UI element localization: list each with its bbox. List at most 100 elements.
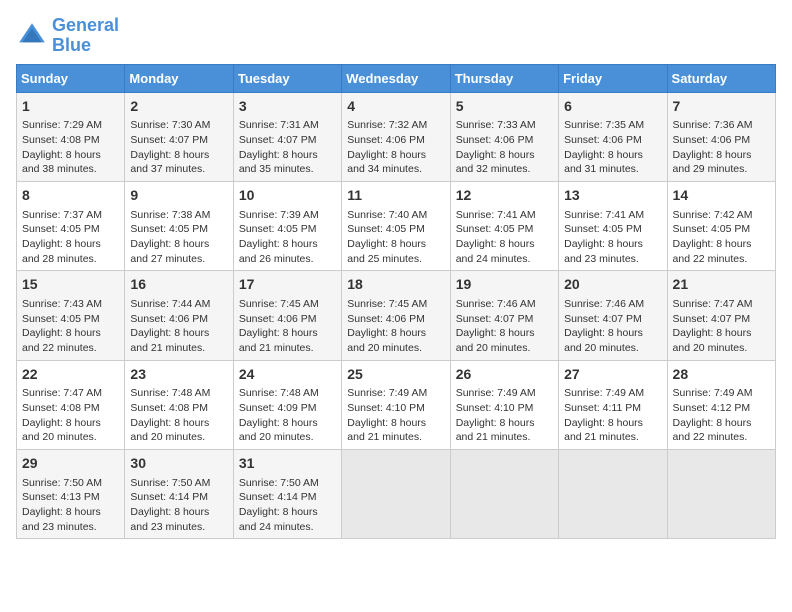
day-number: 26 [456, 365, 553, 385]
day-number: 17 [239, 275, 336, 295]
week-row-3: 15Sunrise: 7:43 AM Sunset: 4:05 PM Dayli… [17, 271, 776, 360]
logo: General Blue [16, 16, 119, 56]
day-cell: 11Sunrise: 7:40 AM Sunset: 4:05 PM Dayli… [342, 181, 450, 270]
day-number: 8 [22, 186, 119, 206]
day-info: Sunrise: 7:30 AM Sunset: 4:07 PM Dayligh… [130, 118, 227, 177]
day-info: Sunrise: 7:32 AM Sunset: 4:06 PM Dayligh… [347, 118, 444, 177]
day-cell: 31Sunrise: 7:50 AM Sunset: 4:14 PM Dayli… [233, 449, 341, 538]
day-number: 19 [456, 275, 553, 295]
day-info: Sunrise: 7:49 AM Sunset: 4:11 PM Dayligh… [564, 386, 661, 445]
day-cell: 19Sunrise: 7:46 AM Sunset: 4:07 PM Dayli… [450, 271, 558, 360]
day-number: 13 [564, 186, 661, 206]
day-number: 18 [347, 275, 444, 295]
day-info: Sunrise: 7:49 AM Sunset: 4:12 PM Dayligh… [673, 386, 770, 445]
day-cell: 21Sunrise: 7:47 AM Sunset: 4:07 PM Dayli… [667, 271, 775, 360]
day-header-saturday: Saturday [667, 64, 775, 92]
day-info: Sunrise: 7:50 AM Sunset: 4:13 PM Dayligh… [22, 476, 119, 535]
day-cell: 25Sunrise: 7:49 AM Sunset: 4:10 PM Dayli… [342, 360, 450, 449]
day-info: Sunrise: 7:39 AM Sunset: 4:05 PM Dayligh… [239, 208, 336, 267]
day-number: 27 [564, 365, 661, 385]
day-header-sunday: Sunday [17, 64, 125, 92]
day-info: Sunrise: 7:38 AM Sunset: 4:05 PM Dayligh… [130, 208, 227, 267]
day-info: Sunrise: 7:36 AM Sunset: 4:06 PM Dayligh… [673, 118, 770, 177]
day-cell: 28Sunrise: 7:49 AM Sunset: 4:12 PM Dayli… [667, 360, 775, 449]
day-info: Sunrise: 7:41 AM Sunset: 4:05 PM Dayligh… [456, 208, 553, 267]
day-cell: 1Sunrise: 7:29 AM Sunset: 4:08 PM Daylig… [17, 92, 125, 181]
day-info: Sunrise: 7:47 AM Sunset: 4:08 PM Dayligh… [22, 386, 119, 445]
day-cell: 4Sunrise: 7:32 AM Sunset: 4:06 PM Daylig… [342, 92, 450, 181]
day-cell: 2Sunrise: 7:30 AM Sunset: 4:07 PM Daylig… [125, 92, 233, 181]
day-info: Sunrise: 7:49 AM Sunset: 4:10 PM Dayligh… [456, 386, 553, 445]
day-number: 2 [130, 97, 227, 117]
day-cell: 7Sunrise: 7:36 AM Sunset: 4:06 PM Daylig… [667, 92, 775, 181]
logo-icon [16, 20, 48, 52]
day-info: Sunrise: 7:43 AM Sunset: 4:05 PM Dayligh… [22, 297, 119, 356]
day-header-friday: Friday [559, 64, 667, 92]
day-cell: 24Sunrise: 7:48 AM Sunset: 4:09 PM Dayli… [233, 360, 341, 449]
day-number: 20 [564, 275, 661, 295]
day-number: 21 [673, 275, 770, 295]
day-cell: 23Sunrise: 7:48 AM Sunset: 4:08 PM Dayli… [125, 360, 233, 449]
day-cell [667, 449, 775, 538]
day-number: 15 [22, 275, 119, 295]
day-number: 9 [130, 186, 227, 206]
day-number: 28 [673, 365, 770, 385]
day-info: Sunrise: 7:48 AM Sunset: 4:09 PM Dayligh… [239, 386, 336, 445]
header-row: SundayMondayTuesdayWednesdayThursdayFrid… [17, 64, 776, 92]
day-cell: 13Sunrise: 7:41 AM Sunset: 4:05 PM Dayli… [559, 181, 667, 270]
week-row-2: 8Sunrise: 7:37 AM Sunset: 4:05 PM Daylig… [17, 181, 776, 270]
day-cell: 8Sunrise: 7:37 AM Sunset: 4:05 PM Daylig… [17, 181, 125, 270]
day-number: 14 [673, 186, 770, 206]
day-info: Sunrise: 7:37 AM Sunset: 4:05 PM Dayligh… [22, 208, 119, 267]
week-row-4: 22Sunrise: 7:47 AM Sunset: 4:08 PM Dayli… [17, 360, 776, 449]
day-number: 4 [347, 97, 444, 117]
day-number: 5 [456, 97, 553, 117]
day-info: Sunrise: 7:33 AM Sunset: 4:06 PM Dayligh… [456, 118, 553, 177]
day-number: 6 [564, 97, 661, 117]
day-header-tuesday: Tuesday [233, 64, 341, 92]
day-cell: 16Sunrise: 7:44 AM Sunset: 4:06 PM Dayli… [125, 271, 233, 360]
day-info: Sunrise: 7:41 AM Sunset: 4:05 PM Dayligh… [564, 208, 661, 267]
day-info: Sunrise: 7:44 AM Sunset: 4:06 PM Dayligh… [130, 297, 227, 356]
day-info: Sunrise: 7:45 AM Sunset: 4:06 PM Dayligh… [347, 297, 444, 356]
day-cell: 10Sunrise: 7:39 AM Sunset: 4:05 PM Dayli… [233, 181, 341, 270]
day-info: Sunrise: 7:47 AM Sunset: 4:07 PM Dayligh… [673, 297, 770, 356]
week-row-5: 29Sunrise: 7:50 AM Sunset: 4:13 PM Dayli… [17, 449, 776, 538]
day-info: Sunrise: 7:35 AM Sunset: 4:06 PM Dayligh… [564, 118, 661, 177]
day-cell: 20Sunrise: 7:46 AM Sunset: 4:07 PM Dayli… [559, 271, 667, 360]
page-header: General Blue [16, 16, 776, 56]
day-info: Sunrise: 7:31 AM Sunset: 4:07 PM Dayligh… [239, 118, 336, 177]
day-cell: 6Sunrise: 7:35 AM Sunset: 4:06 PM Daylig… [559, 92, 667, 181]
day-number: 30 [130, 454, 227, 474]
day-cell [559, 449, 667, 538]
day-cell: 26Sunrise: 7:49 AM Sunset: 4:10 PM Dayli… [450, 360, 558, 449]
day-info: Sunrise: 7:46 AM Sunset: 4:07 PM Dayligh… [564, 297, 661, 356]
day-cell: 29Sunrise: 7:50 AM Sunset: 4:13 PM Dayli… [17, 449, 125, 538]
day-info: Sunrise: 7:40 AM Sunset: 4:05 PM Dayligh… [347, 208, 444, 267]
day-info: Sunrise: 7:48 AM Sunset: 4:08 PM Dayligh… [130, 386, 227, 445]
day-header-monday: Monday [125, 64, 233, 92]
day-cell: 15Sunrise: 7:43 AM Sunset: 4:05 PM Dayli… [17, 271, 125, 360]
day-cell: 12Sunrise: 7:41 AM Sunset: 4:05 PM Dayli… [450, 181, 558, 270]
day-number: 3 [239, 97, 336, 117]
day-number: 12 [456, 186, 553, 206]
day-info: Sunrise: 7:50 AM Sunset: 4:14 PM Dayligh… [130, 476, 227, 535]
logo-text: General Blue [52, 16, 119, 56]
day-header-thursday: Thursday [450, 64, 558, 92]
day-cell: 9Sunrise: 7:38 AM Sunset: 4:05 PM Daylig… [125, 181, 233, 270]
day-cell: 27Sunrise: 7:49 AM Sunset: 4:11 PM Dayli… [559, 360, 667, 449]
day-cell: 30Sunrise: 7:50 AM Sunset: 4:14 PM Dayli… [125, 449, 233, 538]
day-number: 1 [22, 97, 119, 117]
day-number: 16 [130, 275, 227, 295]
day-number: 25 [347, 365, 444, 385]
day-cell: 22Sunrise: 7:47 AM Sunset: 4:08 PM Dayli… [17, 360, 125, 449]
day-cell: 18Sunrise: 7:45 AM Sunset: 4:06 PM Dayli… [342, 271, 450, 360]
day-info: Sunrise: 7:42 AM Sunset: 4:05 PM Dayligh… [673, 208, 770, 267]
day-number: 29 [22, 454, 119, 474]
day-info: Sunrise: 7:29 AM Sunset: 4:08 PM Dayligh… [22, 118, 119, 177]
day-number: 7 [673, 97, 770, 117]
day-info: Sunrise: 7:46 AM Sunset: 4:07 PM Dayligh… [456, 297, 553, 356]
day-cell: 17Sunrise: 7:45 AM Sunset: 4:06 PM Dayli… [233, 271, 341, 360]
day-cell [450, 449, 558, 538]
day-cell: 3Sunrise: 7:31 AM Sunset: 4:07 PM Daylig… [233, 92, 341, 181]
